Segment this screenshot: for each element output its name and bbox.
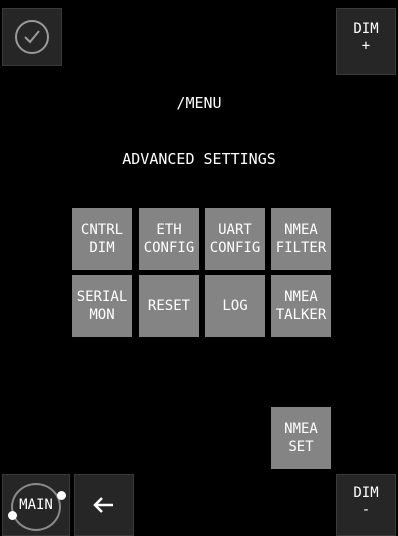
serial-mon-button[interactable]: SERIAL MON xyxy=(72,275,132,337)
dim-up-button[interactable]: DIM + xyxy=(336,8,396,75)
main-button-label: MAIN xyxy=(19,496,53,513)
nmea-filter-button[interactable]: NMEA FILTER xyxy=(271,208,331,270)
nmea-set-button[interactable]: NMEA SET xyxy=(271,407,331,469)
reset-button[interactable]: RESET xyxy=(139,275,199,337)
nmea-talker-button[interactable]: NMEA TALKER xyxy=(271,275,331,337)
confirm-button[interactable] xyxy=(2,8,62,66)
back-button[interactable] xyxy=(74,474,134,536)
dot-icon xyxy=(57,491,66,500)
eth-config-button[interactable]: ETH CONFIG xyxy=(139,208,199,270)
dim-down-button[interactable]: DIM - xyxy=(336,474,396,536)
dot-icon xyxy=(8,511,17,520)
main-button[interactable]: MAIN xyxy=(2,474,70,536)
cntrl-dim-button[interactable]: CNTRL DIM xyxy=(72,208,132,270)
left-arrow-icon xyxy=(93,497,113,513)
check-circle-icon xyxy=(15,20,49,54)
page-path-title: /MENU xyxy=(176,94,222,112)
page-title: ADVANCED SETTINGS xyxy=(122,150,276,168)
uart-config-button[interactable]: UART CONFIG xyxy=(205,208,265,270)
log-button[interactable]: LOG xyxy=(205,275,265,337)
